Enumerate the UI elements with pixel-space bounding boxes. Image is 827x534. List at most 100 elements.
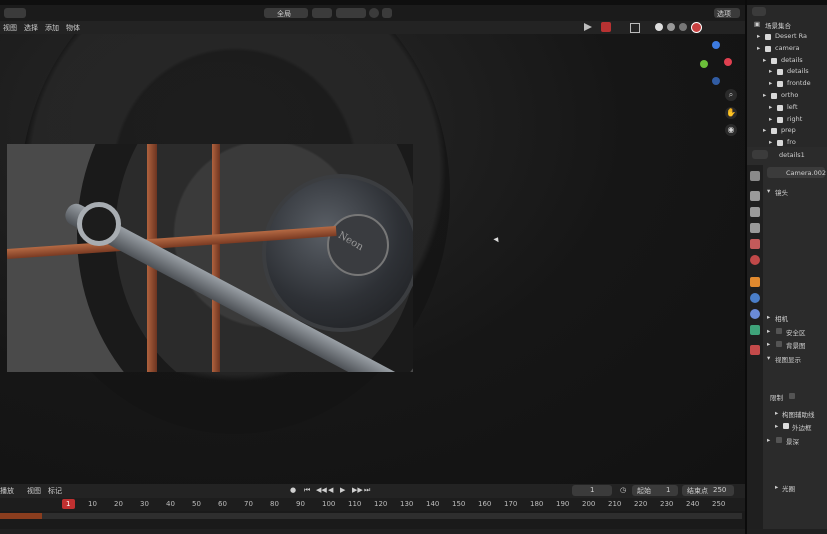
outliner-item[interactable]: ▸ camera	[747, 44, 827, 55]
jump-end-icon[interactable]: ⏭	[364, 486, 370, 495]
section-background-toggle[interactable]: ▸	[767, 340, 770, 348]
timeline-track[interactable]	[0, 511, 745, 529]
outliner-item[interactable]: ▸ frontde	[747, 79, 827, 90]
section-safe-area-toggle[interactable]: ▸	[767, 327, 770, 335]
tool-tab-icon[interactable]	[750, 171, 760, 181]
timeline-menu-view[interactable]: 视图	[27, 486, 41, 496]
outliner-root[interactable]: ▣ 场景集合	[747, 20, 827, 31]
expand-arrow-icon[interactable]: ▸	[769, 79, 772, 87]
overlays-icon[interactable]	[601, 22, 611, 32]
include-checkbox[interactable]	[777, 69, 783, 76]
dof-checkbox[interactable]	[776, 437, 782, 443]
menu-add[interactable]: 添加	[45, 23, 59, 33]
3d-viewport[interactable]: Neon ⌕ ✋ ◉	[0, 34, 745, 484]
outliner-item[interactable]: ▸ left	[747, 103, 827, 114]
include-checkbox[interactable]	[777, 104, 783, 111]
gizmo-x-axis[interactable]	[724, 58, 732, 66]
section-viewport-display-toggle[interactable]: ▾	[767, 354, 770, 362]
background-checkbox[interactable]	[776, 341, 782, 347]
show-gizmo-icon[interactable]	[584, 23, 592, 31]
include-checkbox[interactable]	[777, 81, 783, 88]
output-tab-icon[interactable]	[750, 207, 760, 217]
pivot-point-dropdown[interactable]	[312, 8, 332, 18]
gizmo-z-axis[interactable]	[712, 41, 720, 49]
timeline-menu-marker[interactable]: 标记	[48, 486, 62, 496]
editor-type-button[interactable]	[4, 8, 26, 18]
passepartout-toggle[interactable]: ▸	[775, 422, 778, 430]
camera-data-field[interactable]: Camera.002	[767, 167, 826, 178]
menu-object[interactable]: 物体	[66, 23, 80, 33]
passepartout-checkbox[interactable]	[783, 423, 789, 429]
section-camera-toggle[interactable]: ▸	[767, 313, 770, 321]
section-lens-toggle[interactable]: ▾	[767, 187, 770, 195]
include-checkbox[interactable]	[771, 57, 777, 64]
constraints-tab-icon[interactable]	[750, 309, 760, 319]
play-icon[interactable]: ▶	[340, 486, 345, 494]
camera-data-tab-icon[interactable]	[750, 325, 760, 335]
timeline-ruler[interactable]: 1 10 20 30 40 50 60 70 80 90 100 110 120 130 140 150 160…	[0, 498, 745, 511]
record-icon[interactable]: ●	[290, 486, 296, 494]
world-tab-icon[interactable]	[750, 255, 760, 265]
start-frame-field[interactable]: 起始 1	[632, 485, 678, 496]
shading-wire-icon[interactable]	[655, 23, 663, 31]
outliner-item[interactable]: ▸ Desert Ra	[747, 32, 827, 43]
zoom-icon[interactable]: ⌕	[725, 89, 737, 101]
view-layer-tab-icon[interactable]	[750, 223, 760, 233]
jump-start-icon[interactable]: ⏮	[304, 486, 310, 495]
shading-solid-icon[interactable]	[667, 23, 675, 31]
outliner-item[interactable]: ▸ right	[747, 115, 827, 126]
physics-tab-icon[interactable]	[750, 293, 760, 303]
outliner-item-label: details	[787, 67, 809, 76]
section-dof-toggle[interactable]: ▸	[767, 436, 770, 444]
next-keyframe-icon[interactable]: ▶▶	[352, 486, 363, 494]
outliner-item[interactable]: ▸ details	[747, 67, 827, 78]
menu-view[interactable]: 视图	[3, 23, 17, 33]
expand-arrow-icon[interactable]: ▸	[769, 103, 772, 111]
shading-material-icon[interactable]	[679, 23, 687, 31]
menu-select[interactable]: 选择	[24, 23, 38, 33]
include-checkbox[interactable]	[771, 93, 777, 99]
expand-arrow-icon[interactable]: ▸	[757, 44, 760, 52]
include-checkbox[interactable]	[765, 34, 771, 40]
texture-tab-icon[interactable]	[750, 345, 760, 355]
include-checkbox[interactable]	[777, 116, 783, 123]
camera-view-icon[interactable]: ◉	[725, 124, 737, 136]
composition-toggle[interactable]: ▸	[775, 409, 778, 417]
pan-hand-icon[interactable]: ✋	[725, 107, 737, 119]
prev-keyframe-icon[interactable]: ◀◀	[316, 486, 327, 494]
gizmo-y-axis[interactable]	[700, 60, 708, 68]
aperture-toggle[interactable]: ▸	[775, 483, 778, 491]
properties-editor-button[interactable]	[752, 150, 768, 159]
expand-arrow-icon[interactable]: ▸	[763, 126, 766, 134]
expand-arrow-icon[interactable]: ▸	[769, 138, 772, 146]
transform-orientation-dropdown[interactable]: 全局	[264, 8, 308, 18]
snap-toggle[interactable]	[336, 8, 366, 18]
proportional-edit-icon[interactable]	[369, 8, 379, 18]
include-checkbox[interactable]	[765, 45, 771, 52]
limits-checkbox[interactable]	[789, 393, 795, 399]
falloff-icon[interactable]	[382, 8, 392, 18]
expand-arrow-icon[interactable]: ▸	[763, 56, 766, 64]
outliner-item[interactable]: ▸ details	[747, 56, 827, 67]
render-tab-icon[interactable]	[750, 191, 760, 201]
timeline-menu-playback[interactable]: 播放	[0, 486, 14, 496]
current-frame-field[interactable]: 1	[572, 485, 612, 496]
include-checkbox[interactable]	[771, 128, 777, 135]
xray-icon[interactable]	[630, 23, 640, 33]
outliner-item[interactable]: ▸ ortho	[747, 91, 827, 102]
expand-arrow-icon[interactable]: ▸	[769, 67, 772, 75]
outliner-editor-button[interactable]	[752, 7, 766, 16]
scene-tab-icon[interactable]	[750, 239, 760, 249]
safe-area-checkbox[interactable]	[776, 328, 782, 334]
object-tab-icon[interactable]	[750, 277, 760, 287]
play-reverse-icon[interactable]: ◀	[328, 486, 333, 494]
outliner-item[interactable]: ▸ prep	[747, 126, 827, 137]
expand-arrow-icon[interactable]: ▸	[763, 91, 766, 99]
options-button[interactable]: 选项	[714, 8, 740, 18]
end-frame-field[interactable]: 结束点 250	[682, 485, 734, 496]
expand-arrow-icon[interactable]: ▸	[769, 115, 772, 123]
gizmo-neg-z[interactable]	[712, 77, 720, 85]
shading-rendered-icon[interactable]	[691, 22, 702, 33]
include-checkbox[interactable]	[777, 140, 783, 147]
expand-arrow-icon[interactable]: ▸	[757, 32, 760, 40]
